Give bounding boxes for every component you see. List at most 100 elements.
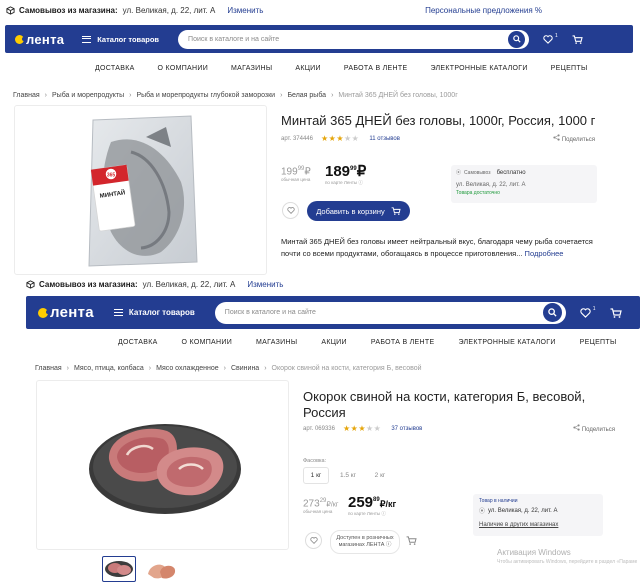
cart-icon[interactable] <box>610 307 622 318</box>
breadcrumb-item[interactable]: Свинина <box>231 365 259 372</box>
thumbnail-2[interactable] <box>144 556 178 582</box>
logo-text: лента <box>26 31 65 47</box>
nav-careers[interactable]: РАБОТА В ЛЕНТЕ <box>371 339 435 346</box>
location-pin-icon: ⦿ <box>479 509 486 515</box>
nav-catalogs[interactable]: ЭЛЕКТРОННЫЕ КАТАЛОГИ <box>458 339 555 346</box>
cart-icon[interactable] <box>572 34 583 44</box>
heart-outline-icon <box>309 537 318 544</box>
lenta-logo[interactable]: лента <box>15 32 64 47</box>
product-image[interactable]: 365 МИНТАЙ <box>71 112 211 272</box>
nav-delivery[interactable]: ДОСТАВКА <box>118 339 158 346</box>
top-bar: Самовывоз из магазина: ул. Великая, д. 2… <box>26 280 283 289</box>
search-input[interactable]: Поиск в каталоге и на сайте <box>214 301 566 324</box>
top-bar: Самовывоз из магазина: ул. Великая, д. 2… <box>6 6 636 15</box>
share-icon <box>573 424 580 431</box>
star-half-icon: ★ <box>344 134 352 143</box>
nav-delivery[interactable]: ДОСТАВКА <box>95 65 135 72</box>
catalog-label: Каталог товаров <box>128 308 195 317</box>
heart-icon[interactable] <box>580 307 591 318</box>
favorite-button[interactable] <box>282 202 299 219</box>
card-price-caption: по карте Ленты ⓘ <box>348 511 386 516</box>
store-cube-icon <box>26 280 35 289</box>
nav-promos[interactable]: АКЦИИ <box>295 65 321 72</box>
pack-option[interactable]: 2 кг <box>367 467 393 484</box>
pickup-store-address[interactable]: ул. Великая, д. 22, лит. А <box>456 182 592 188</box>
stock-status: Товар в наличии <box>479 498 518 504</box>
share-button[interactable]: Поделиться <box>573 424 615 433</box>
rating-stars[interactable]: ★★★★★ <box>321 134 359 143</box>
search-button[interactable] <box>542 303 562 322</box>
article-number: арт. 374446 <box>281 135 313 142</box>
catalog-button[interactable]: Каталог товаров <box>82 35 159 44</box>
nav-careers[interactable]: РАБОТА В ЛЕНТЕ <box>344 65 408 72</box>
product-title: Окорок свиной на кости, категория Б, вес… <box>303 389 586 420</box>
site-header: лента Каталог товаров Поиск в каталоге и… <box>26 296 640 329</box>
logo-mark-icon <box>15 34 26 44</box>
nav-catalogs[interactable]: ЭЛЕКТРОННЫЕ КАТАЛОГИ <box>430 65 527 72</box>
pack-option-selected[interactable]: 1 кг <box>303 467 329 484</box>
main-nav: ДОСТАВКА О КОМПАНИИ МАГАЗИНЫ АКЦИИ РАБОТ… <box>95 65 587 72</box>
lenta-logo[interactable]: лента <box>38 304 94 321</box>
nav-about[interactable]: О КОМПАНИИ <box>158 65 208 72</box>
change-store-link[interactable]: Изменить <box>227 6 263 15</box>
heart-outline-icon <box>286 207 295 214</box>
heart-icon[interactable] <box>543 34 553 44</box>
pack-option[interactable]: 1.5 кг <box>335 467 361 484</box>
product-image[interactable] <box>87 409 247 519</box>
pack-options: 1 кг 1.5 кг 2 кг <box>303 467 393 484</box>
search-input[interactable]: Поиск в каталоге и на сайте <box>178 29 530 49</box>
retail-availability-button[interactable]: Доступен в розничных магазинах ЛЕНТА ⓘ <box>330 530 400 554</box>
reviews-link[interactable]: 37 отзывов <box>391 426 422 432</box>
add-to-cart-button[interactable]: Добавить в корзину <box>307 201 410 221</box>
rating-stars[interactable]: ★★★★★ <box>343 424 381 433</box>
breadcrumb-item[interactable]: Мясо охлажденное <box>156 365 219 372</box>
thumbnail-image <box>148 564 176 579</box>
breadcrumb-item[interactable]: Рыба и морепродукты <box>52 92 124 99</box>
cart-outline-icon[interactable] <box>406 536 417 545</box>
read-more-link[interactable]: Подробнее <box>525 249 564 258</box>
nav-stores[interactable]: МАГАЗИНЫ <box>256 339 297 346</box>
retail-line-1: Доступен в розничных <box>336 535 394 541</box>
breadcrumb-item[interactable]: Главная <box>13 92 40 99</box>
nav-stores[interactable]: МАГАЗИНЫ <box>231 65 272 72</box>
product-description: Минтай 365 ДНЕЙ без головы имеет нейтрал… <box>281 236 603 260</box>
nav-promos[interactable]: АКЦИИ <box>321 339 347 346</box>
share-label: Поделиться <box>581 427 615 433</box>
breadcrumb-item[interactable]: Рыба и морепродукты глубокой заморозки <box>136 92 275 99</box>
header-icons: 1 <box>580 306 622 318</box>
breadcrumb-item[interactable]: Белая рыба <box>287 92 326 99</box>
stock-status: Товара достаточно <box>456 190 500 196</box>
nav-recipes[interactable]: РЕЦЕПТЫ <box>580 339 617 346</box>
windows-activation-text: Чтобы активировать Windows, перейдите в … <box>497 559 637 565</box>
pickup-store-address[interactable]: ул. Великая, д. 22, лит. А <box>488 508 558 514</box>
share-button[interactable]: Поделиться <box>553 134 595 143</box>
menu-icon <box>113 309 123 316</box>
old-price-caption: обычная цена <box>281 177 311 183</box>
nav-recipes[interactable]: РЕЦЕПТЫ <box>551 65 588 72</box>
reviews-link[interactable]: 11 отзывов <box>369 136 400 142</box>
breadcrumb-item[interactable]: Главная <box>35 365 62 372</box>
screenshot-2: Самовывоз из магазина: ул. Великая, д. 2… <box>0 276 640 582</box>
card-price: 18999₽ по карте Ленты ⓘ <box>325 163 367 185</box>
product-image-card: 365 МИНТАЙ <box>14 105 267 275</box>
other-stores-link[interactable]: Наличие в других магазинах <box>479 522 597 528</box>
svg-text:365: 365 <box>107 173 116 179</box>
search-placeholder: Поиск в каталоге и на сайте <box>188 35 280 43</box>
personal-offers-link[interactable]: Персональные предложения % <box>425 6 542 15</box>
favorite-button[interactable] <box>305 532 322 549</box>
card-price-caption: по карте Ленты ⓘ <box>325 180 363 185</box>
breadcrumb-item[interactable]: Мясо, птица, колбаса <box>74 365 144 372</box>
catalog-label: Каталог товаров <box>97 34 160 44</box>
favorites-count: 1 <box>555 33 558 39</box>
pickup-method: Самовывоз <box>464 169 491 176</box>
product-meta: арт. 069336 ★★★★★ 37 отзывов Поделиться <box>303 424 615 433</box>
star-icon: ★★★ <box>320 134 344 143</box>
breadcrumb-current: Окорок свиной на кости, категория Б, вес… <box>271 365 422 372</box>
pickup-address: ул. Великая, д. 22, лит. А <box>142 280 236 289</box>
catalog-button[interactable]: Каталог товаров <box>113 308 195 317</box>
thumbnail-1[interactable] <box>102 556 136 582</box>
search-button[interactable] <box>508 30 526 48</box>
change-store-link[interactable]: Изменить <box>247 280 283 289</box>
breadcrumb: Главная › Рыба и морепродукты › Рыба и мор… <box>13 92 458 99</box>
nav-about[interactable]: О КОМПАНИИ <box>182 339 232 346</box>
